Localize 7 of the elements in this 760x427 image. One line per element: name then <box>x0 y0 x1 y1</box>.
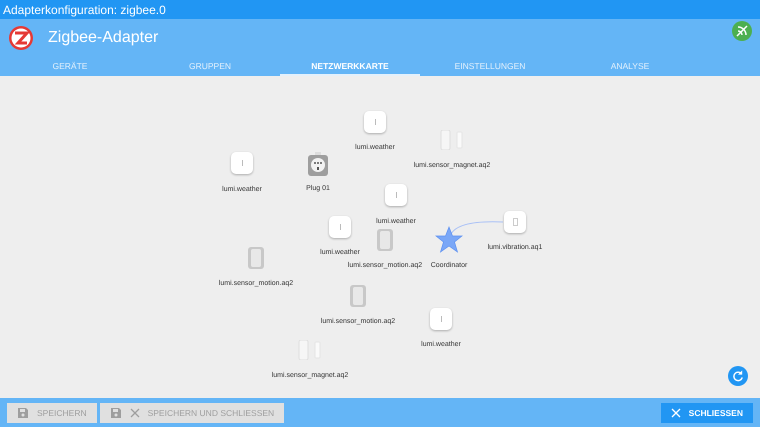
close-button[interactable]: SCHLIESSEN <box>660 402 753 422</box>
window-title: Adapterkonfiguration: zigbee.0 <box>3 2 166 16</box>
adapter-title: Zigbee-Adapter <box>48 29 160 47</box>
tab[interactable]: GRUPPEN <box>140 57 280 76</box>
tab[interactable]: ANALYSE <box>560 57 700 76</box>
tab[interactable]: GERÄTE <box>0 57 140 76</box>
tab[interactable]: EINSTELLUNGEN <box>420 57 560 76</box>
